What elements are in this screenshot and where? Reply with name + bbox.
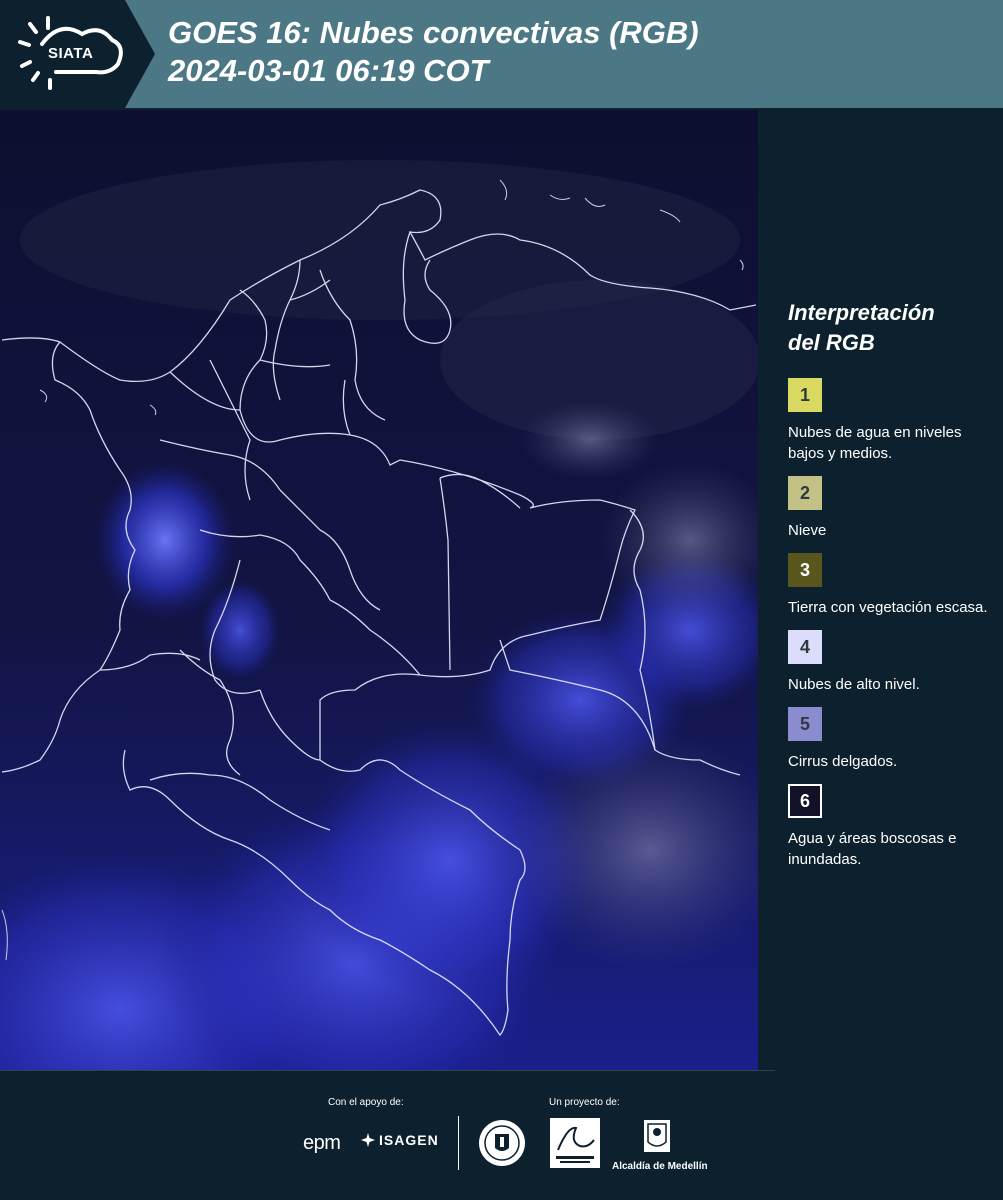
legend-label: Agua y áreas boscosas e inundadas. — [788, 830, 957, 868]
title-line-2: 2024-03-01 06:19 COT — [168, 53, 489, 88]
legend-swatch: 2 — [788, 476, 822, 510]
alcaldia-medellin-logo[interactable]: Alcaldía de Medellín — [612, 1118, 708, 1172]
footer-vertical-divider — [458, 1116, 459, 1170]
alcaldia-shield-icon — [644, 1120, 670, 1152]
legend-swatch: 4 — [788, 630, 822, 664]
legend-item-2: 2 Nieve — [788, 476, 988, 541]
isagen-logo[interactable]: ISAGEN — [360, 1132, 439, 1148]
project-label: Un proyecto de: — [549, 1097, 620, 1108]
footer-divider-line — [0, 1070, 775, 1071]
legend-item-3: 3 Tierra con vegetación escasa. — [788, 553, 988, 618]
legend-label: Nubes de agua en niveles bajos y medios. — [788, 424, 962, 462]
legend-item-1: 1 Nubes de agua en niveles bajos y medios… — [788, 378, 988, 464]
legend-item-5: 5 Cirrus delgados. — [788, 707, 988, 772]
legend-label: Nieve — [788, 522, 827, 539]
isagen-icon — [361, 1133, 375, 1147]
legend-swatch: 6 — [788, 784, 822, 818]
isagen-label: ISAGEN — [379, 1132, 439, 1148]
legend-title: Interpretación del RGB — [788, 298, 988, 358]
epm-logo[interactable]: epm — [303, 1132, 341, 1155]
legend-label: Tierra con vegetación escasa. — [788, 599, 988, 616]
legend-swatch: 5 — [788, 707, 822, 741]
siata-logo[interactable]: SIATA — [0, 0, 155, 108]
medellin-seal-icon[interactable] — [477, 1118, 527, 1168]
legend-item-4: 4 Nubes de alto nivel. — [788, 630, 988, 695]
header-bar: SIATA GOES 16: Nubes convectivas (RGB) 2… — [0, 0, 1003, 108]
legend-items: 1 Nubes de agua en niveles bajos y medios… — [788, 378, 988, 870]
footer: Con el apoyo de: Un proyecto de: epm ISA… — [0, 1070, 1003, 1200]
legend-item-6: 6 Agua y áreas boscosas e inundadas. — [788, 784, 988, 870]
siata-logo-label: SIATA — [48, 45, 94, 62]
legend-panel: Interpretación del RGB 1 Nubes de agua en… — [788, 298, 988, 882]
satellite-map-image — [0, 110, 758, 1070]
satellite-map[interactable] — [0, 110, 758, 1070]
legend-label: Nubes de alto nivel. — [788, 676, 920, 693]
area-metropolitana-logo-icon[interactable] — [550, 1118, 600, 1168]
legend-label: Cirrus delgados. — [788, 753, 898, 770]
support-label: Con el apoyo de: — [328, 1097, 404, 1108]
page-title: GOES 16: Nubes convectivas (RGB) 2024-03… — [168, 14, 699, 90]
legend-title-line-1: Interpretación — [788, 300, 935, 325]
legend-swatch: 1 — [788, 378, 822, 412]
legend-title-line-2: del RGB — [788, 330, 875, 355]
legend-swatch: 3 — [788, 553, 822, 587]
title-line-1: GOES 16: Nubes convectivas (RGB) — [168, 15, 699, 50]
alcaldia-label: Alcaldía de Medellín — [612, 1161, 708, 1172]
